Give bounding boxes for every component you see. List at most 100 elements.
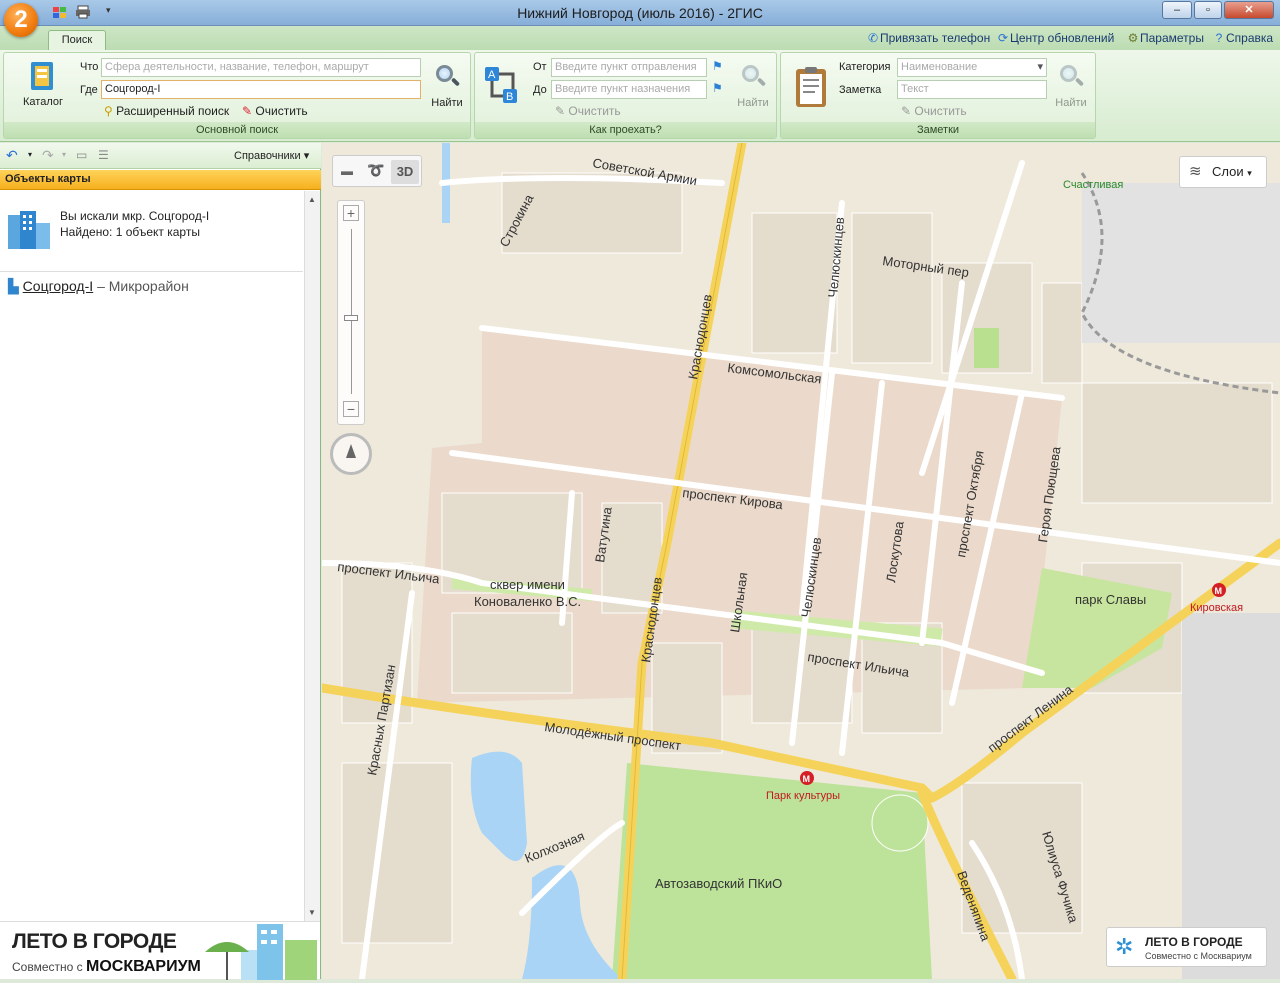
chevron-down-icon: ▾: [1247, 168, 1252, 178]
metro-label: Парк культуры: [766, 790, 840, 802]
refresh-icon: ⟳: [997, 31, 1009, 45]
chevron-down-icon: ▾: [1037, 61, 1043, 73]
expand-icon[interactable]: ☰: [98, 148, 109, 162]
forward-icon[interactable]: ↷: [42, 147, 54, 164]
svg-text:M: M: [803, 774, 811, 784]
panel-header: Объекты карты: [0, 170, 321, 190]
from-label: От: [533, 61, 547, 73]
where-input[interactable]: Соцгород-I: [101, 80, 421, 99]
panel-toolbar: ↶ ▾ ↷ ▾ ▭ ☰ Справочники ▾: [0, 143, 321, 169]
zoom-out-button[interactable]: −: [343, 401, 359, 417]
clear-route-button[interactable]: ✎ Очистить: [555, 104, 621, 118]
place-label: сквер имени: [490, 577, 565, 592]
banner-illustration: [205, 922, 320, 983]
compass-icon[interactable]: [330, 433, 372, 475]
promo-subtitle: Совместно с Москвариум: [1145, 951, 1252, 961]
place-label: Автозаводский ПКиО: [655, 876, 782, 891]
result-type: – Микрорайон: [97, 278, 189, 294]
zoom-control[interactable]: + −: [337, 200, 365, 425]
place-label: Коноваленко В.С.: [474, 594, 581, 609]
lasso-icon[interactable]: ➰: [367, 162, 384, 179]
catalog-icon: [31, 62, 53, 90]
note-label: Заметка: [839, 84, 882, 96]
collapse-icon[interactable]: ▭: [76, 148, 87, 162]
catalog-button[interactable]: Каталог: [14, 59, 72, 108]
close-button[interactable]: ✕: [1224, 1, 1274, 19]
tab-search[interactable]: Поиск: [48, 30, 106, 51]
help-icon: ?: [1215, 31, 1223, 45]
metro-label: Кировская: [1190, 602, 1243, 614]
what-label: Что: [80, 61, 99, 73]
group-notes: Категория Наименование ▾ Заметка Текст На…: [780, 52, 1096, 139]
route-find-button[interactable]: Найти: [733, 63, 773, 109]
link-updates[interactable]: ⟳ Центр обновлений: [996, 31, 1114, 45]
where-label: Где: [80, 84, 98, 96]
group-route: AB От Введите пункт отправления До Введи…: [474, 52, 777, 139]
search-icon: [740, 63, 767, 89]
back-dropdown-icon[interactable]: ▾: [28, 150, 32, 159]
search-icon: [434, 63, 461, 89]
result-item[interactable]: ▙ Соцгород-I – Микрорайон: [8, 278, 189, 295]
clear-search-button[interactable]: ✎ Очистить: [242, 104, 308, 118]
layers-button[interactable]: ≋ Слои ▾: [1179, 156, 1267, 188]
summer-banner[interactable]: ЛЕТО В ГОРОДЕ Совместно с МОСКВАРИУМ: [0, 921, 320, 980]
banner-subtitle: Совместно с МОСКВАРИУМ: [12, 958, 201, 975]
phone-icon: ✆: [867, 31, 879, 45]
map-toolbar: ▬ ➰ 3D: [332, 155, 422, 187]
gear-icon: ⚙: [1127, 31, 1139, 45]
main-search-group-label: Основной поиск: [4, 122, 470, 138]
result-link[interactable]: Соцгород-I: [23, 278, 94, 294]
title-bar: 2 ▾ Нижний Новгород (июль 2016) - 2ГИС –…: [0, 0, 1280, 37]
back-icon[interactable]: ↶: [6, 147, 18, 164]
advanced-search-button[interactable]: ⚲ Расширенный поиск: [104, 104, 229, 118]
note-input[interactable]: Текст: [897, 80, 1047, 99]
link-phone[interactable]: ✆ Привязать телефон: [866, 31, 990, 45]
to-label: До: [533, 84, 547, 96]
what-input[interactable]: Сфера деятельности, название, телефон, м…: [101, 58, 421, 77]
building-icon: [6, 209, 52, 254]
zoom-slider-handle[interactable]: [344, 315, 358, 321]
to-input[interactable]: Введите пункт назначения: [551, 80, 707, 99]
district-icon: ▙: [8, 278, 19, 294]
search-find-button[interactable]: Найти: [427, 63, 467, 109]
route-group-label: Как проехать?: [475, 122, 776, 138]
minimize-button[interactable]: –: [1162, 1, 1192, 19]
maximize-button[interactable]: ▫: [1194, 1, 1222, 19]
search-summary: Вы искали мкр. Соцгород-I: [60, 209, 210, 223]
link-help[interactable]: ? Справка: [1212, 31, 1273, 45]
clear-notes-button[interactable]: ✎ Очистить: [901, 104, 967, 118]
zoom-in-button[interactable]: +: [343, 205, 359, 221]
directories-menu[interactable]: Справочники ▾: [234, 149, 309, 162]
place-label: Счастливая: [1063, 179, 1123, 191]
map-promo[interactable]: ✲ ЛЕТО В ГОРОДЕ Совместно с Москвариум: [1106, 927, 1267, 967]
route-ab-icon: AB: [483, 65, 523, 112]
category-label: Категория: [839, 61, 891, 73]
pick-to-map-icon[interactable]: ⚑: [712, 81, 723, 95]
ruler-icon[interactable]: ▬: [341, 164, 353, 178]
from-input[interactable]: Введите пункт отправления: [551, 58, 707, 77]
scroll-up-icon[interactable]: ▲: [308, 195, 316, 204]
forward-dropdown-icon[interactable]: ▾: [62, 150, 66, 159]
map-canvas[interactable]: M M Советской Армии Строкина Краснодонце…: [322, 143, 1280, 979]
scroll-down-icon[interactable]: ▼: [308, 908, 316, 917]
window-title: Нижний Новгород (июль 2016) - 2ГИС: [517, 5, 763, 21]
star-icon: ✲: [1115, 934, 1134, 959]
notes-find-button[interactable]: Найти: [1051, 63, 1091, 109]
panel-scrollbar[interactable]: ▲ ▼: [304, 191, 320, 921]
notes-clipboard-icon: [793, 65, 829, 112]
metro-icon: M: [800, 771, 814, 785]
app-logo[interactable]: 2: [4, 3, 38, 37]
found-count: Найдено: 1 объект карты: [60, 225, 200, 239]
group-main-search: Каталог Что Сфера деятельности, название…: [3, 52, 471, 139]
map-view[interactable]: M M Советской Армии Строкина Краснодонце…: [322, 143, 1280, 979]
link-params[interactable]: ⚙ Параметры: [1126, 31, 1204, 45]
left-panel: ↶ ▾ ↷ ▾ ▭ ☰ Справочники ▾ Объекты карты …: [0, 143, 321, 980]
promo-title: ЛЕТО В ГОРОДЕ: [1145, 935, 1243, 949]
svg-text:B: B: [506, 91, 513, 103]
advanced-search-icon: ⚲: [104, 104, 113, 118]
eraser-icon: ✎: [901, 104, 912, 118]
3d-button[interactable]: 3D: [391, 160, 419, 184]
category-select[interactable]: Наименование ▾: [897, 58, 1047, 77]
pick-from-map-icon[interactable]: ⚑: [712, 59, 723, 73]
place-label: парк Славы: [1075, 592, 1146, 607]
